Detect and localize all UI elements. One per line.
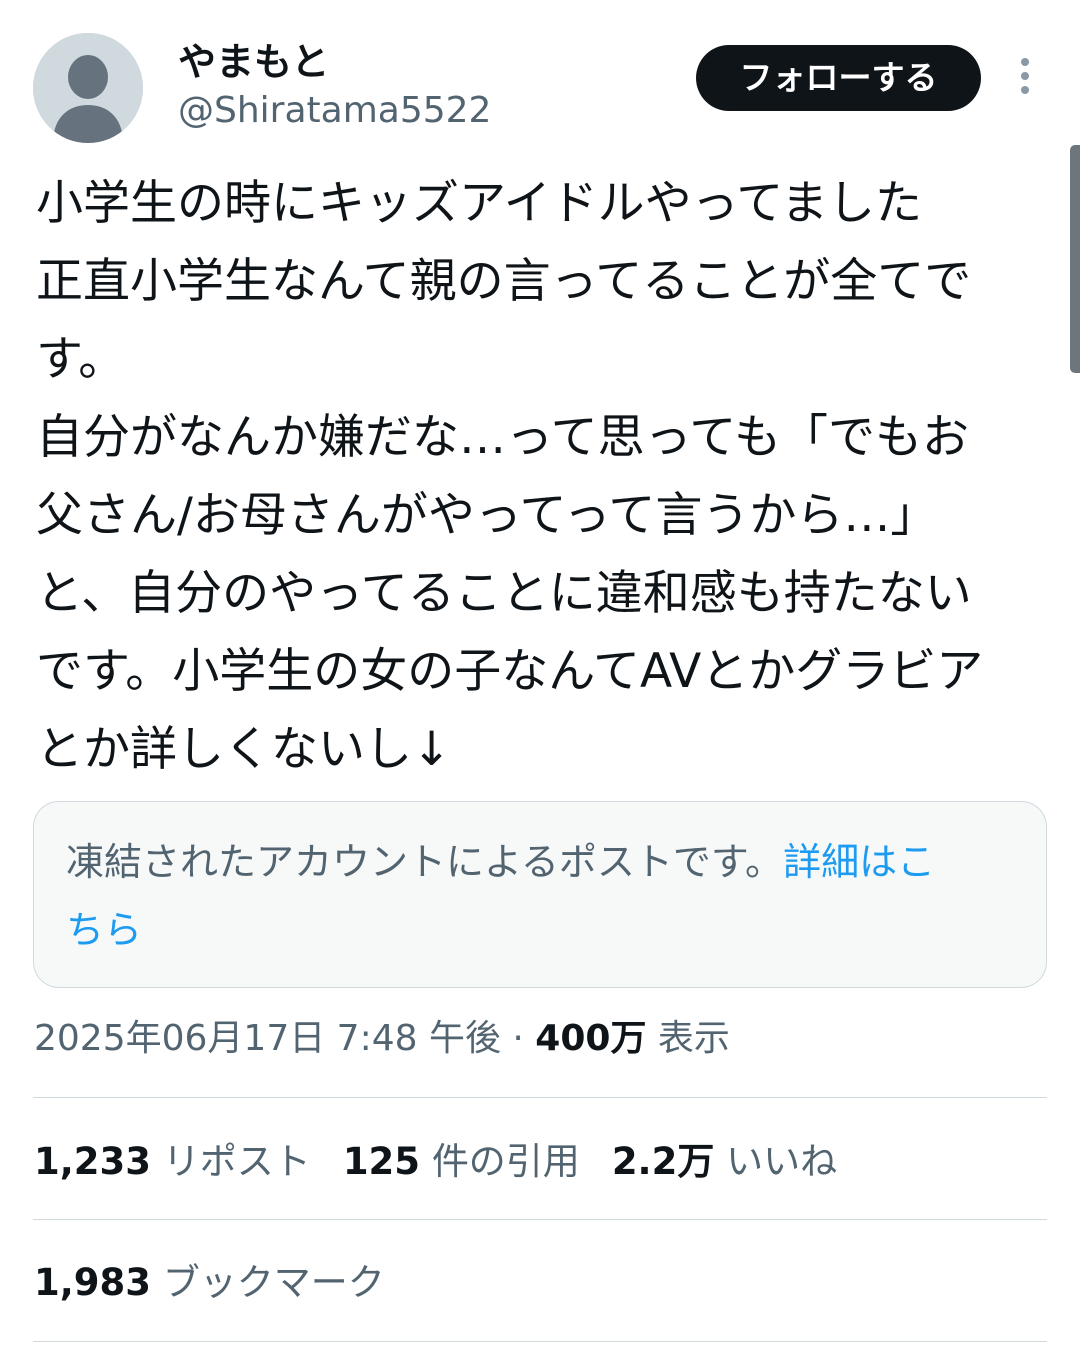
reposts-stat[interactable]: 1,233 リポスト xyxy=(34,1135,311,1189)
engagement-stats: 1,233 リポスト 125 件の引用 2.2万 いいね xyxy=(34,1135,837,1189)
default-avatar-icon xyxy=(33,33,143,143)
learn-more-link[interactable]: 詳細はこ xyxy=(783,840,935,884)
tweet-text-line: す。 xyxy=(36,332,126,387)
divider xyxy=(33,1341,1047,1342)
bookmarks-label: ブックマーク xyxy=(162,1261,385,1304)
tweet-text-line: 自分がなんか嫌だな…って思っても「でもお xyxy=(36,410,969,465)
notice-text: 凍結されたアカウントによるポストです。 xyxy=(66,840,784,884)
follow-button[interactable]: フォローする xyxy=(696,45,981,111)
reposts-count: 1,233 xyxy=(34,1140,152,1183)
bookmarks-stat[interactable]: 1,983 ブックマーク xyxy=(34,1256,385,1310)
likes-count: 2.2万 xyxy=(611,1140,715,1183)
notice-line: ちら xyxy=(66,896,1016,964)
tweet-timestamp[interactable]: 2025年06月17日 7:48 午後 · xyxy=(34,1018,535,1059)
divider xyxy=(33,1219,1047,1220)
quotes-count: 125 xyxy=(342,1140,421,1183)
divider xyxy=(33,1097,1047,1098)
avatar[interactable] xyxy=(33,33,143,143)
tweet-text-line: です。小学生の女の子なんてAVとかグラビア xyxy=(36,644,984,699)
more-options-icon[interactable] xyxy=(1013,58,1037,100)
quotes-label: 件の引用 xyxy=(431,1140,580,1183)
tweet-detail: やまもと @Shiratama5522 フォローする 小学生の時にキッズアイドル… xyxy=(0,0,1080,1358)
author-handle[interactable]: @Shiratama5522 xyxy=(178,88,491,134)
tweet-text: 小学生の時にキッズアイドルやってました 正直小学生なんて親の言ってることが全てで… xyxy=(36,165,1046,789)
scrollbar[interactable] xyxy=(1070,145,1080,373)
suspended-account-notice: 凍結されたアカウントによるポストです。詳細はこ ちら xyxy=(33,801,1047,988)
tweet-text-line: 正直小学生なんて親の言ってることが全てで xyxy=(36,254,972,309)
tweet-text-line: 小学生の時にキッズアイドルやってました xyxy=(36,176,922,231)
reposts-label: リポスト xyxy=(162,1140,311,1183)
quotes-stat[interactable]: 125 件の引用 xyxy=(343,1135,580,1189)
tweet-text-line: とか詳しくないし↓ xyxy=(36,722,452,777)
tweet-meta: 2025年06月17日 7:48 午後 · 400万 表示 xyxy=(34,1012,730,1066)
views-count: 400万 xyxy=(535,1018,647,1059)
tweet-text-line: と、自分のやってることに違和感も持たない xyxy=(36,566,972,621)
author-display-name[interactable]: やまもと xyxy=(178,38,329,86)
likes-stat[interactable]: 2.2万 いいね xyxy=(612,1135,837,1189)
likes-label: いいね xyxy=(726,1140,838,1183)
views-label: 表示 xyxy=(657,1018,730,1059)
learn-more-link-continued[interactable]: ちら xyxy=(66,908,142,952)
bookmarks-count: 1,983 xyxy=(34,1261,152,1304)
notice-line: 凍結されたアカウントによるポストです。詳細はこ xyxy=(66,828,1016,896)
tweet-text-line: 父さん/お母さんがやってって言うから…」 xyxy=(36,488,938,543)
